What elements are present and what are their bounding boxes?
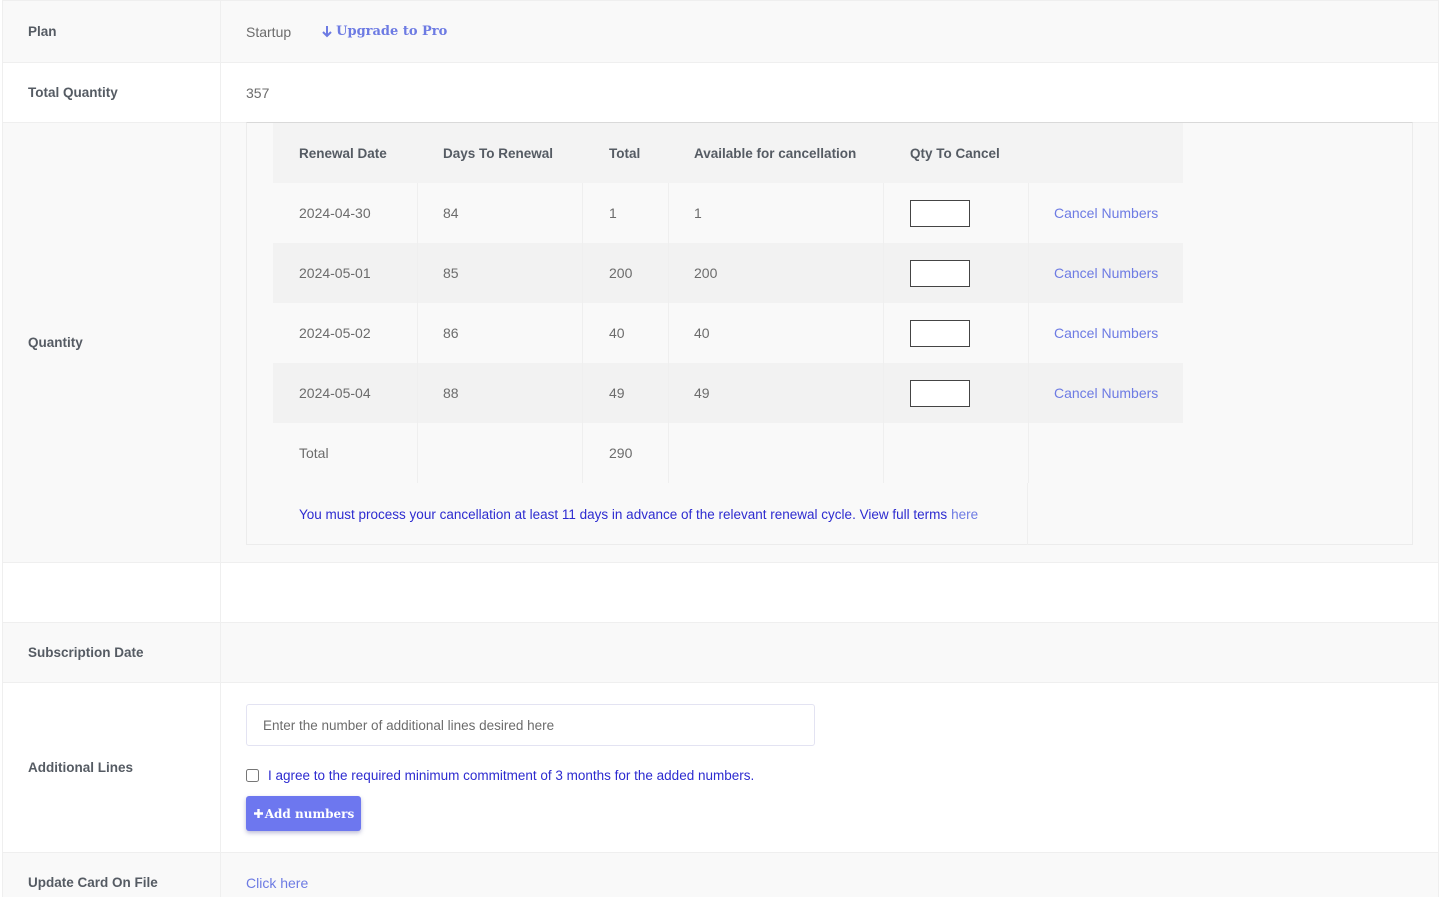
table-row: 2024-05-02 86 40 40 Cancel Numbers <box>273 303 1183 363</box>
table-footer-row: Total 290 <box>273 423 1183 483</box>
additional-lines-label: Additional Lines <box>3 683 221 852</box>
qty-to-cancel-input[interactable] <box>910 259 970 287</box>
qty-to-cancel-input[interactable] <box>910 379 970 407</box>
add-numbers-label: Add numbers <box>264 806 355 821</box>
upgrade-to-pro-link[interactable]: Upgrade to Pro <box>321 24 447 39</box>
renewal-date-cell: 2024-04-30 <box>273 183 418 243</box>
additional-lines-input[interactable] <box>246 704 815 746</box>
days-to-renewal-cell: 85 <box>418 243 583 303</box>
quantity-label: Quantity <box>3 123 221 562</box>
days-to-renewal-cell: 86 <box>418 303 583 363</box>
subscription-details-panel: Plan Startup Upgrade to Pro Total Quanti… <box>2 0 1439 897</box>
total-cell: 40 <box>583 303 669 363</box>
table-header-row: Renewal Date Days To Renewal Total Avail… <box>273 123 1183 183</box>
available-cell: 40 <box>669 303 884 363</box>
spacer-row <box>3 562 1438 622</box>
total-cell: 49 <box>583 363 669 423</box>
renewal-date-cell: 2024-05-02 <box>273 303 418 363</box>
update-card-label: Update Card On File <box>3 853 221 897</box>
renewal-date-cell: 2024-05-01 <box>273 243 418 303</box>
qty-to-cancel-input[interactable] <box>910 199 970 227</box>
quantity-table-wrapper: Renewal Date Days To Renewal Total Avail… <box>246 122 1413 545</box>
cancel-numbers-link[interactable]: Cancel Numbers <box>1054 325 1158 341</box>
total-cell: 1 <box>583 183 669 243</box>
plan-row: Plan Startup Upgrade to Pro <box>3 0 1438 62</box>
add-numbers-button[interactable]: Add numbers <box>246 796 361 831</box>
commitment-text: I agree to the required minimum commitme… <box>268 768 755 783</box>
additional-lines-row: Additional Lines I agree to the required… <box>3 682 1438 852</box>
upgrade-label: Upgrade to Pro <box>336 24 448 39</box>
total-quantity-label: Total Quantity <box>3 63 221 122</box>
cancellation-note: You must process your cancellation at le… <box>273 483 1028 545</box>
table-row: 2024-04-30 84 1 1 Cancel Numbers <box>273 183 1183 243</box>
footer-total-value: 290 <box>583 423 669 483</box>
subscription-date-row: Subscription Date <box>3 622 1438 682</box>
days-to-renewal-cell: 84 <box>418 183 583 243</box>
header-available: Available for cancellation <box>694 145 857 161</box>
header-renewal-date: Renewal Date <box>299 145 387 161</box>
commitment-agreement[interactable]: I agree to the required minimum commitme… <box>246 768 754 783</box>
table-row: 2024-05-04 88 49 49 Cancel Numbers <box>273 363 1183 423</box>
renewal-date-cell: 2024-05-04 <box>273 363 418 423</box>
subscription-date-label: Subscription Date <box>3 623 221 682</box>
available-cell: 49 <box>669 363 884 423</box>
quantity-table: Renewal Date Days To Renewal Total Avail… <box>273 123 1183 545</box>
total-cell: 200 <box>583 243 669 303</box>
days-to-renewal-cell: 88 <box>418 363 583 423</box>
total-quantity-row: Total Quantity 357 <box>3 62 1438 122</box>
cancel-numbers-link[interactable]: Cancel Numbers <box>1054 385 1158 401</box>
terms-link[interactable]: here <box>951 507 978 522</box>
qty-to-cancel-input[interactable] <box>910 319 970 347</box>
plan-label: Plan <box>3 1 221 62</box>
cancel-numbers-link[interactable]: Cancel Numbers <box>1054 205 1158 221</box>
header-total: Total <box>609 145 641 161</box>
update-card-link[interactable]: Click here <box>246 875 308 891</box>
header-qty-to-cancel: Qty To Cancel <box>910 145 1000 161</box>
table-row: 2024-05-01 85 200 200 Cancel Numbers <box>273 243 1183 303</box>
commitment-checkbox[interactable] <box>246 769 259 782</box>
available-cell: 200 <box>669 243 884 303</box>
available-cell: 1 <box>669 183 884 243</box>
footer-total-label: Total <box>273 423 418 483</box>
update-card-row: Update Card On File Click here <box>3 852 1438 897</box>
cancel-numbers-link[interactable]: Cancel Numbers <box>1054 265 1158 281</box>
arrow-down-icon <box>322 26 332 38</box>
header-days-to-renewal: Days To Renewal <box>443 145 554 161</box>
total-quantity-value: 357 <box>246 84 270 101</box>
cancellation-note-text: You must process your cancellation at le… <box>299 506 948 522</box>
plan-value: Startup <box>246 23 292 40</box>
plus-icon <box>253 809 263 818</box>
